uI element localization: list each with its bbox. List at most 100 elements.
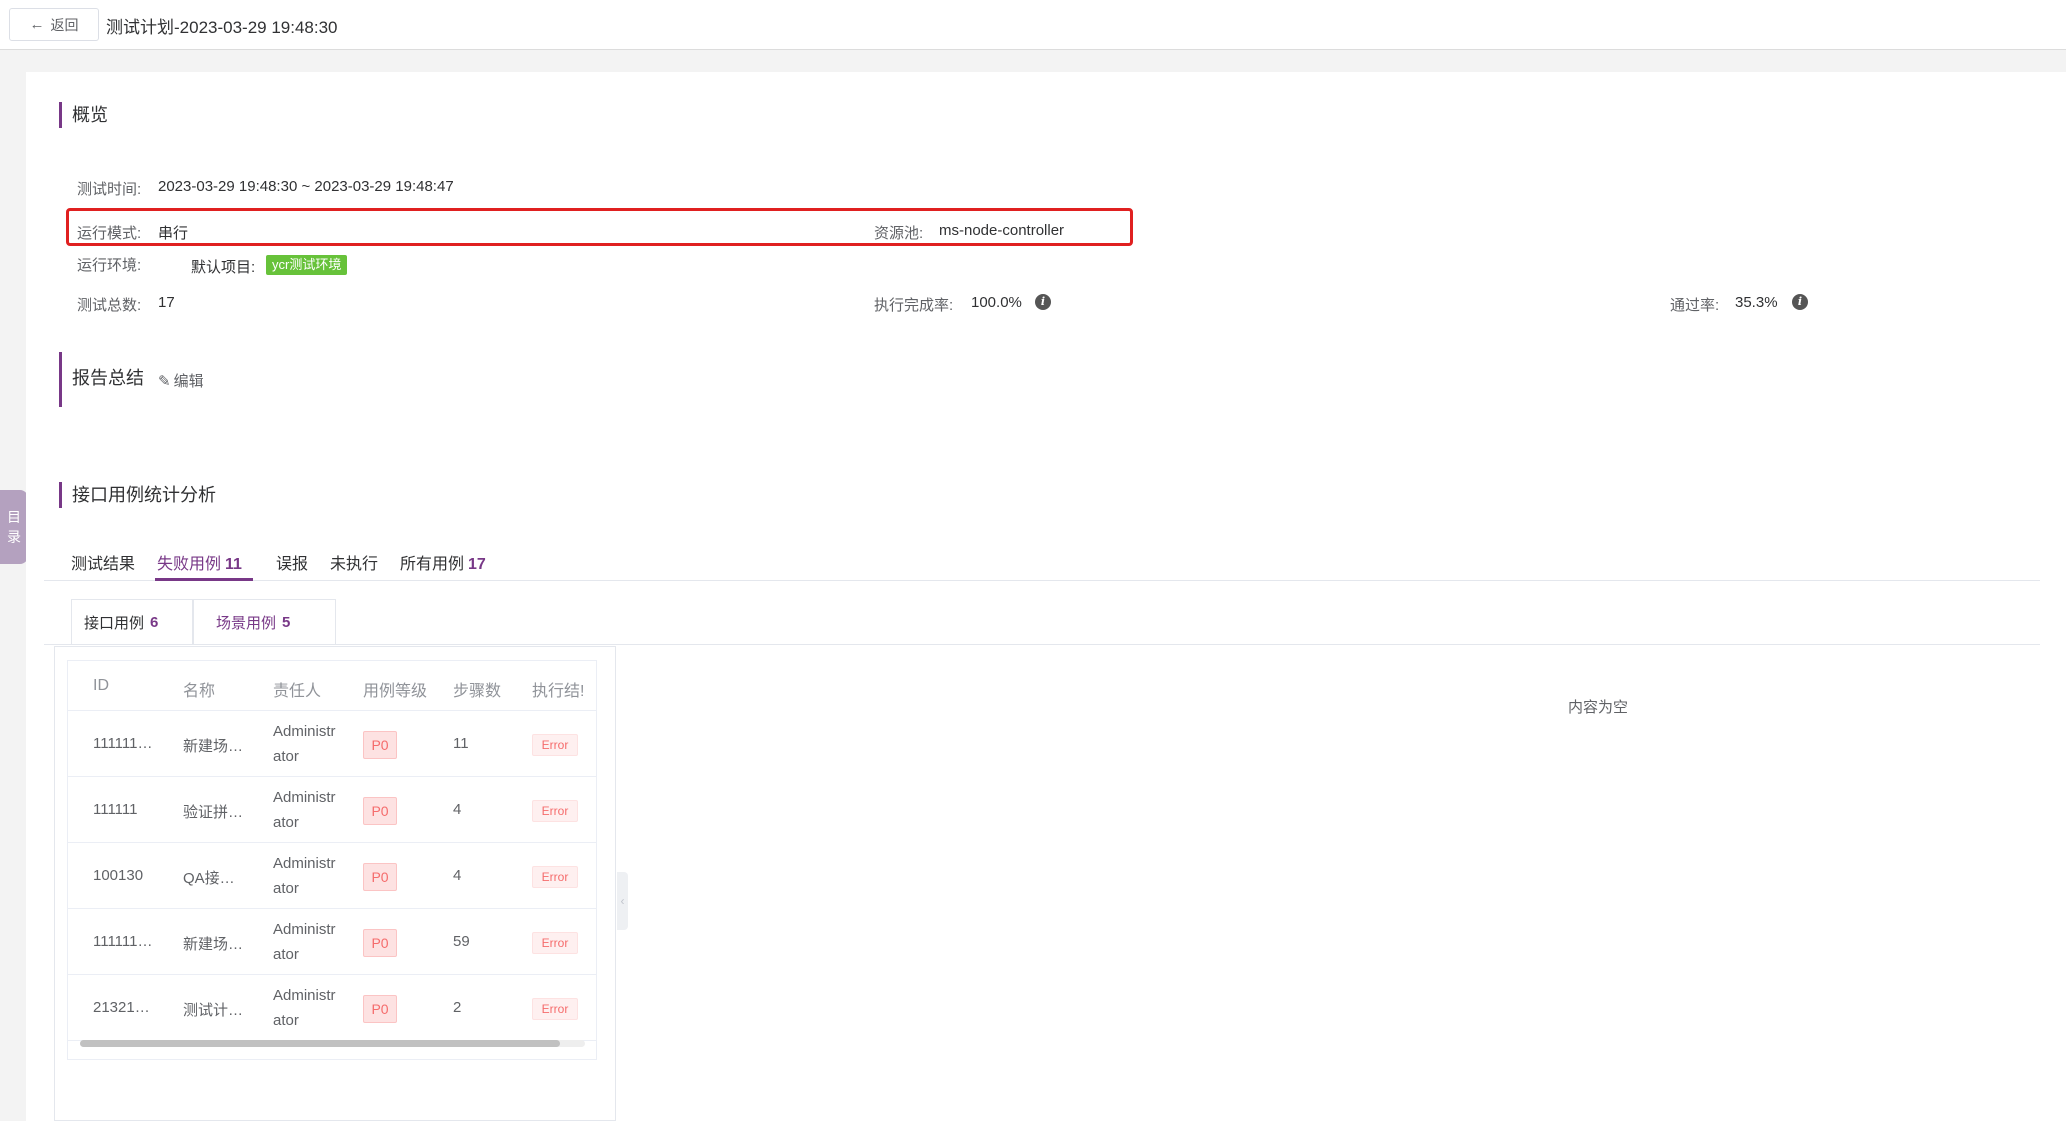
subtab-label: 场景用例 [216, 615, 277, 632]
level-tag: P0 [363, 731, 397, 759]
table-row[interactable]: 111111… 新建场… Administr ator P0 11 Error [68, 711, 596, 777]
owner-line: ator [273, 880, 299, 897]
column-header[interactable]: 名称 [183, 677, 215, 701]
total-label: 测试总数: [77, 297, 142, 314]
side-tab-char: 录 [7, 529, 21, 545]
edit-label: 编辑 [173, 373, 204, 390]
failed-case-table: ID 名称 责任人 用例等级 步骤数 执行结! 111111… 新建场… Adm… [67, 660, 597, 1060]
table-row[interactable]: 111111 验证拼… Administr ator P0 4 Error [68, 777, 596, 843]
page-title: 测试计划-2023-03-29 19:48:30 [106, 18, 338, 37]
level-tag: P0 [363, 929, 397, 957]
tab-count: 11 [225, 556, 242, 573]
test-time-label: 测试时间: [77, 181, 142, 198]
run-mode-label: 运行模式: [77, 225, 142, 242]
subtab-count: 5 [282, 614, 291, 631]
owner-line: ator [273, 946, 299, 963]
horizontal-scrollbar-thumb[interactable] [80, 1040, 560, 1047]
resource-pool-value: ms-node-controller [939, 222, 1065, 239]
arrow-left-icon: ← [29, 16, 45, 33]
pencil-icon: ✎ [158, 372, 171, 390]
case-name: 新建场… [183, 936, 244, 953]
status-tag: Error [532, 866, 578, 888]
env-tag: ycr测试环境 [266, 255, 348, 275]
column-header[interactable]: 执行结! [532, 677, 584, 701]
run-mode-value: 串行 [158, 225, 189, 242]
subtab-count: 6 [150, 614, 159, 631]
exec-rate-label: 执行完成率: [874, 297, 954, 314]
column-header[interactable]: 步骤数 [453, 677, 501, 701]
tab-test-result[interactable]: 测试结果 [71, 550, 135, 574]
level-tag: P0 [363, 863, 397, 891]
case-steps: 11 [453, 735, 469, 752]
case-name: 测试计… [183, 1002, 244, 1019]
owner-line: ator [273, 748, 299, 765]
pass-rate-label: 通过率: [1670, 297, 1720, 314]
exec-rate-value: 100.0% [971, 294, 1022, 311]
table-row[interactable]: 21321… 测试计… Administr ator P0 2 Error [68, 975, 596, 1041]
case-id: 111111… [93, 933, 153, 950]
analysis-section-title: 接口用例统计分析 [59, 482, 216, 508]
case-owner: Administr ator [273, 917, 336, 967]
run-env-label: 运行环境: [77, 257, 142, 274]
directory-side-tab[interactable]: 目 录 [0, 490, 28, 564]
edit-summary-button[interactable]: ✎ 编辑 [158, 370, 204, 391]
tab-failed-cases[interactable]: 失败用例 11 [157, 550, 242, 574]
case-id: 111111 [93, 801, 138, 818]
table-row[interactable]: 111111… 新建场… Administr ator P0 59 Error [68, 909, 596, 975]
case-name: 新建场… [183, 738, 244, 755]
top-bar: ← 返回 测试计划-2023-03-29 19:48:30 [0, 0, 2066, 50]
tabs-divider [44, 580, 2040, 581]
tab-label: 所有用例 [400, 556, 465, 573]
owner-line: ator [273, 814, 299, 831]
info-icon[interactable]: i [1792, 294, 1808, 310]
column-header[interactable]: ID [93, 677, 109, 695]
status-tag: Error [532, 932, 578, 954]
active-tab-underline [155, 578, 253, 581]
status-tag: Error [532, 800, 578, 822]
case-id: 100130 [93, 867, 144, 884]
case-id: 21321… [93, 999, 150, 1016]
default-project-label: 默认项目: [191, 259, 256, 276]
level-tag: P0 [363, 797, 397, 825]
test-time-value: 2023-03-29 19:48:30 ~ 2023-03-29 19:48:4… [158, 178, 454, 195]
case-steps: 2 [453, 999, 462, 1016]
table-header: ID 名称 责任人 用例等级 步骤数 执行结! [68, 661, 596, 711]
panel-resize-handle[interactable]: ‹ [617, 872, 628, 930]
owner-line: Administr [273, 723, 336, 740]
owner-line: Administr [273, 855, 336, 872]
owner-line: ator [273, 1012, 299, 1029]
tab-label: 失败用例 [157, 556, 222, 573]
subtab-scenario-cases[interactable]: 场景用例 5 [193, 599, 336, 645]
case-steps: 59 [453, 933, 470, 950]
case-steps: 4 [453, 867, 462, 884]
status-tag: Error [532, 734, 578, 756]
back-button[interactable]: ← 返回 [9, 8, 99, 41]
tab-not-executed[interactable]: 未执行 [330, 550, 378, 574]
tab-all-cases[interactable]: 所有用例 17 [400, 550, 486, 574]
case-steps: 4 [453, 801, 462, 818]
subtab-api-cases[interactable]: 接口用例 6 [71, 599, 193, 645]
column-header[interactable]: 用例等级 [363, 677, 427, 701]
total-value: 17 [158, 294, 175, 311]
resource-pool-label: 资源池: [874, 225, 924, 242]
empty-content-text: 内容为空 [1568, 699, 1629, 716]
owner-line: Administr [273, 921, 336, 938]
level-tag: P0 [363, 995, 397, 1023]
case-owner: Administr ator [273, 719, 336, 769]
tab-false-positive[interactable]: 误报 [276, 550, 308, 574]
case-owner: Administr ator [273, 785, 336, 835]
back-label: 返回 [50, 16, 79, 33]
case-id: 111111… [93, 735, 153, 752]
case-name: QA接… [183, 870, 235, 887]
subtab-label: 接口用例 [84, 615, 145, 632]
table-row[interactable]: 100130 QA接… Administr ator P0 4 Error [68, 843, 596, 909]
case-owner: Administr ator [273, 983, 336, 1033]
tab-label: 未执行 [330, 556, 379, 573]
column-header[interactable]: 责任人 [273, 677, 321, 701]
summary-section-title: 报告总结 [59, 352, 144, 407]
pass-rate-value: 35.3% [1735, 294, 1778, 311]
case-name: 验证拼… [183, 804, 244, 821]
info-icon[interactable]: i [1035, 294, 1051, 310]
chevron-left-icon: ‹ [620, 894, 625, 908]
tab-label: 测试结果 [71, 556, 136, 573]
